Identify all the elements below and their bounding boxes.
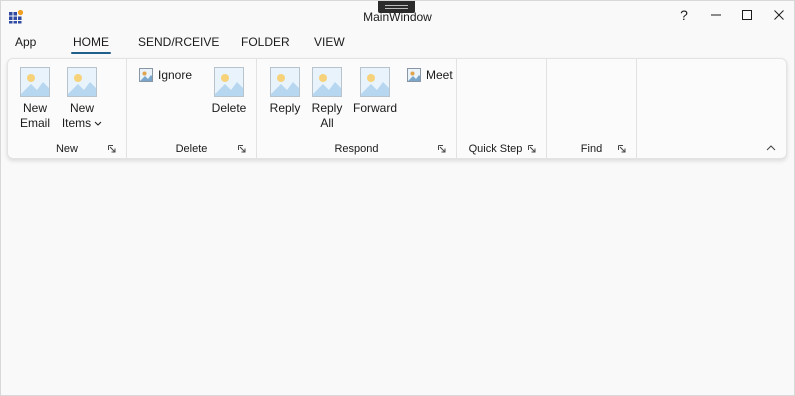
reply-button[interactable]: Reply <box>267 67 303 116</box>
group-label-respond: Respond <box>334 143 379 155</box>
collapse-ribbon-icon[interactable] <box>766 144 776 152</box>
tab-app[interactable]: App <box>15 35 36 49</box>
ribbon: New Email New Items New Ignore Delete De… <box>7 58 787 159</box>
tab-send-receive[interactable]: SEND/RCEIVE <box>138 35 219 49</box>
tab-view[interactable]: VIEW <box>314 35 345 49</box>
ignore-button[interactable]: Ignore <box>139 68 192 82</box>
chevron-down-icon <box>94 121 102 126</box>
dialog-launcher-icon[interactable] <box>438 145 446 153</box>
ignore-icon <box>139 68 153 82</box>
content-area <box>1 163 794 393</box>
new-email-button[interactable]: New Email <box>18 67 52 131</box>
reply-all-icon <box>312 67 342 97</box>
main-window: MainWindow ? App HOME SEND/RCEIVE FOLDER… <box>0 0 795 396</box>
ribbon-group-respond: Reply Reply All Forward Meet Respond <box>257 59 457 158</box>
help-button[interactable]: ? <box>668 3 700 27</box>
maximize-icon <box>742 10 752 20</box>
minimize-icon <box>711 14 721 16</box>
tab-home[interactable]: HOME <box>71 35 111 54</box>
dialog-launcher-icon[interactable] <box>108 145 116 153</box>
ribbon-group-delete: Ignore Delete Delete <box>127 59 257 158</box>
dialog-launcher-icon[interactable] <box>618 145 626 153</box>
meeting-button[interactable]: Meet <box>407 68 453 82</box>
delete-button[interactable]: Delete <box>209 67 249 116</box>
ribbon-group-quick-steps: Quick Step <box>457 59 547 158</box>
minimize-button[interactable] <box>700 3 732 27</box>
title-bar[interactable]: MainWindow ? <box>1 1 794 31</box>
active-tab-indicator <box>71 52 111 54</box>
close-button[interactable] <box>763 3 795 27</box>
dialog-launcher-icon[interactable] <box>238 145 246 153</box>
new-items-button[interactable]: New Items <box>60 67 104 131</box>
new-items-icon <box>67 67 97 97</box>
close-icon <box>774 10 784 20</box>
reply-all-button[interactable]: Reply All <box>309 67 345 131</box>
reply-icon <box>270 67 300 97</box>
new-email-icon <box>20 67 50 97</box>
dialog-launcher-icon[interactable] <box>528 145 536 153</box>
maximize-button[interactable] <box>731 3 763 27</box>
ribbon-group-new: New Email New Items New <box>8 59 127 158</box>
forward-button[interactable]: Forward <box>351 67 399 116</box>
group-label-delete: Delete <box>175 143 208 155</box>
meeting-icon <box>407 68 421 82</box>
tab-folder[interactable]: FOLDER <box>241 35 290 49</box>
ribbon-tabs: App HOME SEND/RCEIVE FOLDER VIEW <box>1 31 794 55</box>
ribbon-group-find: Find <box>547 59 637 158</box>
drag-handle[interactable] <box>378 1 415 13</box>
delete-icon <box>214 67 244 97</box>
forward-icon <box>360 67 390 97</box>
